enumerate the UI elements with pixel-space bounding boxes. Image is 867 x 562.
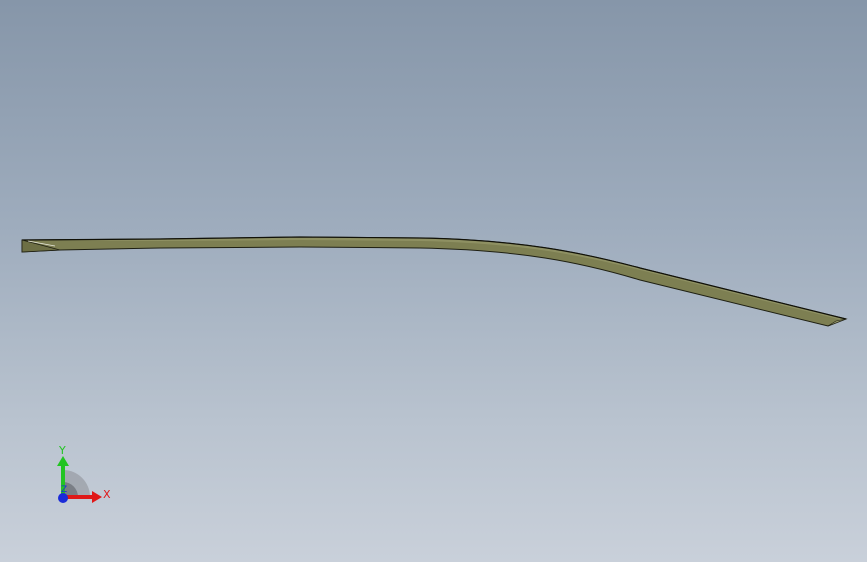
y-axis-label: Y (58, 444, 66, 457)
strip-body[interactable] (21, 236, 848, 327)
strip-top-edge (21, 236, 847, 320)
x-axis-arrowhead (92, 491, 102, 503)
strip-top-face (24, 237, 846, 320)
orientation-triad[interactable]: Y X Z (44, 440, 124, 510)
part-model[interactable] (0, 0, 867, 562)
y-axis-arrowhead (57, 456, 69, 466)
x-axis-label: X (103, 488, 111, 501)
graphics-viewport[interactable]: Y X Z (0, 0, 867, 562)
z-axis-dot (58, 493, 68, 503)
